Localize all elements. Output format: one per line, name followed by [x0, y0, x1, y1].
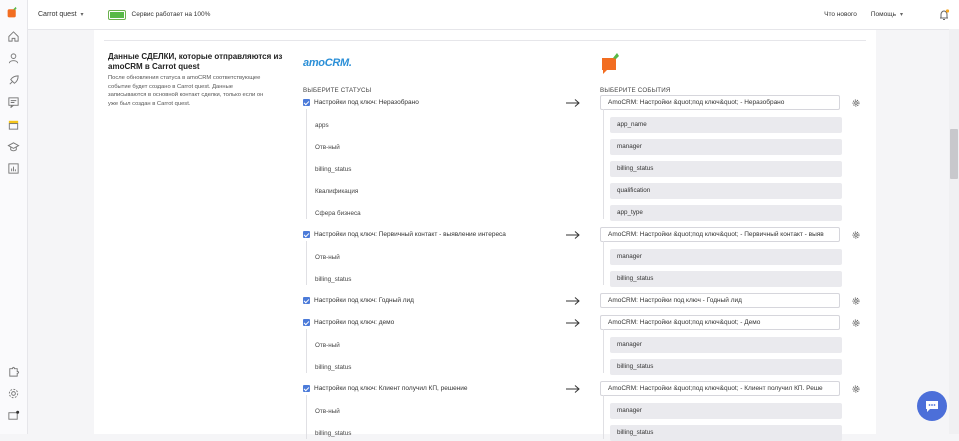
- whats-new-link[interactable]: Что нового: [824, 11, 857, 18]
- arrow-right-icon: [566, 231, 580, 239]
- property-connector: [603, 395, 604, 439]
- billing-icon[interactable]: [6, 408, 21, 423]
- status-checkbox[interactable]: [303, 231, 310, 238]
- events-header: ВЫБЕРИТЕ СОБЫТИЯ: [600, 87, 671, 94]
- property-input[interactable]: billing_status: [610, 359, 842, 375]
- top-bar: Carrot quest ▾ Сервис работает на 100% Ч…: [28, 0, 959, 30]
- settings-icon[interactable]: [6, 386, 21, 401]
- gear-icon[interactable]: [852, 319, 860, 327]
- property-input[interactable]: billing_status: [610, 425, 842, 441]
- property-connector: [306, 109, 307, 219]
- section-title: Данные СДЕЛКИ, которые отправляются из a…: [108, 52, 283, 71]
- status-label: Настройки под ключ: Неразобрано: [314, 99, 419, 106]
- property-input[interactable]: manager: [610, 249, 842, 265]
- property-connector: [603, 329, 604, 373]
- status-label: Настройки под ключ: Первичный контакт - …: [314, 231, 506, 238]
- property-input[interactable]: billing_status: [610, 271, 842, 287]
- property-connector: [306, 329, 307, 373]
- property-label: Квалификация: [315, 188, 359, 195]
- scrollbar-thumb[interactable]: [950, 129, 958, 179]
- notification-bell-icon[interactable]: [937, 8, 951, 22]
- project-name: Carrot quest: [38, 11, 77, 18]
- chat-bubble-icon: [926, 401, 938, 412]
- status-checkbox[interactable]: [303, 385, 310, 392]
- status-label: Настройки под ключ: Годный лид: [314, 297, 414, 304]
- event-select[interactable]: AmoCRM: Настройки &quot;под ключ&quot; -…: [600, 227, 840, 242]
- rocket-icon[interactable]: [6, 73, 21, 88]
- property-label: Отв-ный: [315, 408, 340, 415]
- arrow-right-icon: [566, 297, 580, 305]
- status-checkbox[interactable]: [303, 319, 310, 326]
- service-status-battery-icon: [107, 9, 126, 20]
- reports-icon[interactable]: [6, 161, 21, 176]
- chevron-down-icon: ▾: [899, 12, 903, 18]
- status-label: Настройки под ключ: Клиент получил КП, р…: [314, 385, 468, 392]
- settings-card: Данные СДЕЛКИ, которые отправляются из a…: [94, 30, 876, 441]
- property-connector: [306, 395, 307, 439]
- service-status-text: Сервис работает на 100%: [131, 11, 211, 18]
- property-label: apps: [315, 122, 329, 129]
- scrollbar[interactable]: [949, 29, 959, 434]
- event-select[interactable]: AmoCRM: Настройки &quot;под ключ&quot; -…: [600, 315, 840, 330]
- divider: [104, 40, 866, 41]
- help-menu[interactable]: Помощь ▾: [871, 11, 903, 18]
- property-label: billing_status: [315, 166, 352, 173]
- chevron-down-icon: ▾: [80, 12, 84, 18]
- carrot-quest-logo-icon: [602, 53, 619, 74]
- property-label: Сфера бизнеса: [315, 210, 361, 217]
- graduation-icon[interactable]: [6, 139, 21, 154]
- property-label: billing_status: [315, 364, 352, 371]
- status-checkbox[interactable]: [303, 99, 310, 106]
- carrot-quest-logo-icon[interactable]: [6, 6, 19, 19]
- status-checkbox[interactable]: [303, 297, 310, 304]
- property-label: billing_status: [315, 276, 352, 283]
- property-label: Отв-ный: [315, 144, 340, 151]
- property-input[interactable]: app_name: [610, 117, 842, 133]
- chat-widget-button[interactable]: [917, 391, 947, 421]
- help-label: Помощь: [870, 11, 896, 18]
- users-icon[interactable]: [6, 51, 21, 66]
- gear-icon[interactable]: [852, 385, 860, 393]
- property-connector: [603, 241, 604, 285]
- home-icon[interactable]: [6, 29, 21, 44]
- gear-icon[interactable]: [852, 297, 860, 305]
- property-label: Отв-ный: [315, 342, 340, 349]
- event-select[interactable]: AmoCRM: Настройки под ключ - Годный лид: [600, 293, 840, 308]
- status-label: Настройки под ключ: демо: [314, 319, 395, 326]
- arrow-right-icon: [566, 99, 580, 107]
- property-input[interactable]: manager: [610, 139, 842, 155]
- statuses-header: ВЫБЕРИТЕ СТАТУСЫ: [303, 87, 372, 94]
- property-input[interactable]: manager: [610, 337, 842, 353]
- arrow-right-icon: [566, 319, 580, 327]
- store-icon[interactable]: [6, 117, 21, 132]
- event-select[interactable]: AmoCRM: Настройки &quot;под ключ&quot; -…: [600, 381, 840, 396]
- property-input[interactable]: qualification: [610, 183, 842, 199]
- property-connector: [306, 241, 307, 285]
- gear-icon[interactable]: [852, 231, 860, 239]
- section-description: После обновления статуса в amoCRM соотве…: [108, 75, 264, 107]
- event-select[interactable]: AmoCRM: Настройки &quot;под ключ&quot; -…: [600, 95, 840, 110]
- amocrm-logo: amoCRM.: [303, 57, 352, 69]
- gear-icon[interactable]: [852, 99, 860, 107]
- property-input[interactable]: manager: [610, 403, 842, 419]
- chat-list-icon[interactable]: [6, 95, 21, 110]
- puzzle-icon[interactable]: [6, 364, 21, 379]
- property-label: Отв-ный: [315, 254, 340, 261]
- left-nav-rail: [0, 0, 28, 434]
- property-connector: [603, 109, 604, 219]
- property-input[interactable]: billing_status: [610, 161, 842, 177]
- property-input[interactable]: app_type: [610, 205, 842, 221]
- project-selector[interactable]: Carrot quest ▾: [38, 11, 84, 18]
- arrow-right-icon: [566, 385, 580, 393]
